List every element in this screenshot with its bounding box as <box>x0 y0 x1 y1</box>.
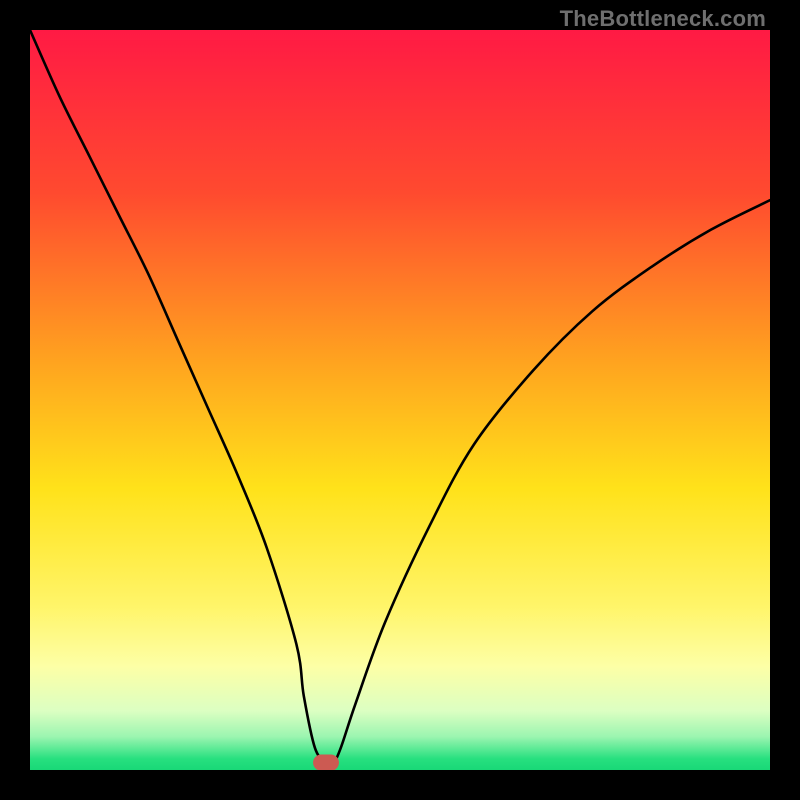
bottleneck-chart-svg <box>30 30 770 770</box>
plot-area <box>30 30 770 770</box>
gradient-background <box>30 30 770 770</box>
optimal-marker <box>313 754 339 770</box>
watermark-text: TheBottleneck.com <box>560 6 766 32</box>
chart-frame: TheBottleneck.com <box>0 0 800 800</box>
